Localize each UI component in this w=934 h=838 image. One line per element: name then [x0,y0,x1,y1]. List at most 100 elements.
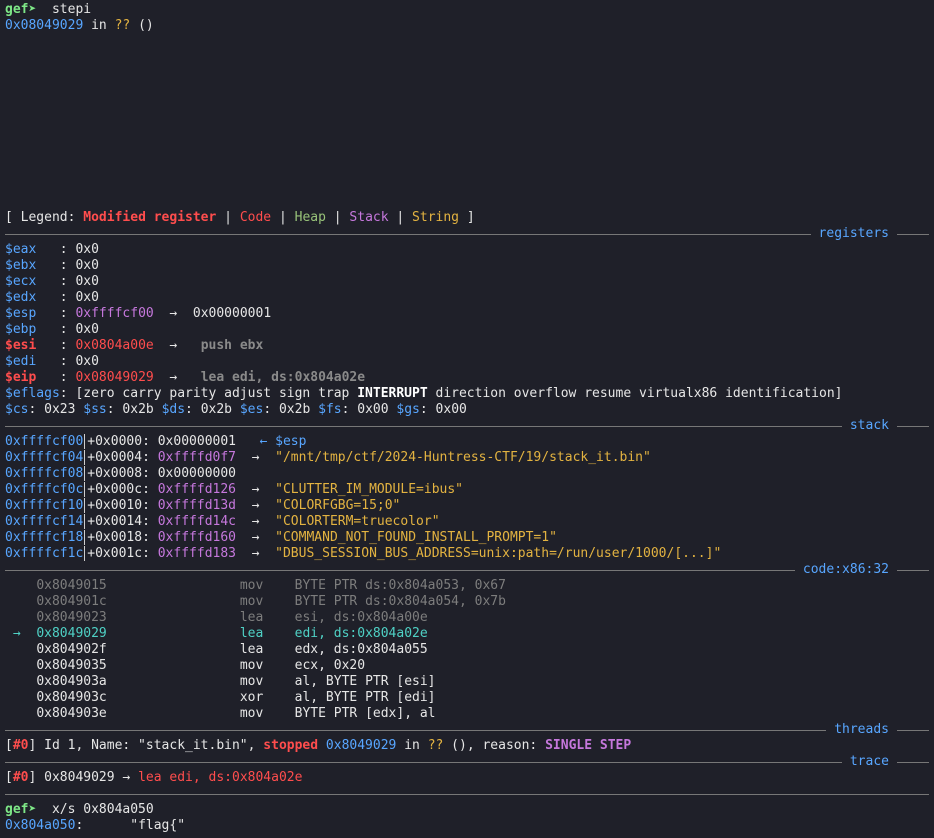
thread-in: in [396,738,428,753]
code-marker [5,594,36,609]
code-opcode: mov [239,658,264,673]
stack-address: 0xffffcf14 [5,514,84,529]
code-row: 0x8049035 mov ecx, 0x20 [5,658,929,674]
gef-prompt: gef➤ [5,802,37,817]
eflags-post: direction overflow resume virtualx86 ide… [427,386,843,401]
register-name: $edx [5,290,37,305]
register-row: $esp : 0xffffcf00 → 0x00000001 [5,306,929,322]
code-operands: ecx, 0x20 [294,658,366,673]
arrow-icon: → [236,530,276,545]
code-panel: 0x8049015 mov BYTE PTR ds:0x804a053, 0x6… [5,578,929,722]
stack-address: 0xffffcf04 [5,450,84,465]
thread-close: ] [28,738,45,753]
code-operands: esi, ds:0x804a00e [294,610,428,625]
stack-offset: +0x0008: [87,466,158,481]
code-row: 0x804903a mov al, BYTE PTR [esi] [5,674,929,690]
stack-entry: +0x0004: 0xffffd0f7 → "/mnt/tmp/ctf/2024… [84,450,651,465]
code-marker [5,658,36,673]
section-title: stack [849,418,889,433]
stack-value: 0x00000000 [157,466,237,481]
command-line-xs: gef➤ x/s 0x804a050 [5,802,929,818]
stack-note: "/mnt/tmp/ctf/2024-Huntress-CTF/19/stack… [275,450,651,465]
location-function: ?? [114,18,131,33]
code-operands: BYTE PTR ds:0x804a054, 0x7b [294,594,506,609]
code-operands: al, BYTE PTR [edi] [294,690,436,705]
eflags-pre: : [zero carry parity adjust sign trap [59,386,358,401]
register-value: 0xffffcf00 [75,306,154,321]
thread-open: [ [5,738,13,753]
register-name: $eax [5,242,37,257]
stack-entry: +0x0014: 0xffffd14c → "COLORTERM=truecol… [84,514,440,529]
trace-instruction: lea edi, ds:0x804a02e [138,770,303,785]
register-row: $ebp : 0x0 [5,322,929,338]
stack-value: 0xffffd13d [157,498,237,513]
code-row: 0x804903c xor al, BYTE PTR [edi] [5,690,929,706]
code-address: 0x8049023 [36,610,107,625]
stack-offset: +0x0010: [87,498,158,513]
register-name: $eip [5,370,37,385]
arrow-icon: ← [236,434,276,449]
section-header-threads: threads [5,722,929,738]
code-address: 0x804903a [36,674,107,689]
code-address: 0x8049035 [36,658,107,673]
register-sep: : [36,290,76,305]
arrow-icon: → [153,370,193,385]
register-sep: : [36,306,76,321]
register-sep: : [36,242,76,257]
register-name: $ebp [5,322,37,337]
code-opcode: xor [239,690,264,705]
legend-sep: | [216,210,240,225]
blank-area [5,34,929,210]
register-name: $esp [5,306,37,321]
eflags-line: $eflags: [zero carry parity adjust sign … [5,386,929,402]
trace-address: 0x8049029 [44,770,115,785]
code-row: 0x804902f lea edx, ds:0x804a055 [5,642,929,658]
result-colon: : [75,818,84,833]
register-value: 0x0 [75,258,99,273]
register-row: $eax : 0x0 [5,242,929,258]
legend-sep: | [271,210,295,225]
code-row: 0x804903e mov BYTE PTR [edx], al [5,706,929,722]
code-address: 0x804902f [36,642,107,657]
stack-note: "DBUS_SESSION_BUS_ADDRESS=unix:path=/run… [275,546,722,561]
segment-value: : 0x2b [263,402,319,417]
stack-address: 0xffffcf10 [5,498,84,513]
stack-offset: +0x0000: [87,434,158,449]
segment-name: $fs [318,402,342,417]
register-name: $ebx [5,258,37,273]
stack-value: 0xffffd126 [157,482,237,497]
segment-value: : 0x23 [28,402,84,417]
trace-open: [ [5,770,13,785]
code-row: 0x804901c mov BYTE PTR ds:0x804a054, 0x7… [5,594,929,610]
registers-panel: $eax : 0x0 $ebx : 0x0 $ecx : 0x0 $edx : 0x0… [5,242,929,386]
register-name: $ecx [5,274,37,289]
eflags-interrupt: INTERRUPT [357,386,428,401]
section-title: code:x86:32 [802,562,889,577]
code-operands: edi, ds:0x804a02e [294,626,428,641]
segment-name: $ss [83,402,107,417]
register-target: 0x00000001 [192,306,272,321]
arrow-icon: → [236,450,276,465]
segment-name: $es [239,402,264,417]
stack-entry: +0x000c: 0xffffd126 → "CLUTTER_IM_MODULE… [84,482,463,497]
terminal[interactable]: gef➤ stepi 0x08049029 in ?? () [ Legend:… [0,0,929,834]
trace-close: ] [28,770,45,785]
result-address: 0x804a050 [5,818,76,833]
stack-note: "COLORFGBG=15;0" [275,498,401,513]
legend: [ Legend: Modified register | Code | Hea… [5,210,929,226]
trace-arrow: → [114,770,139,785]
stack-value: 0xffffd0f7 [157,450,237,465]
stack-note: "CLUTTER_IM_MODULE=ibus" [275,482,463,497]
register-sep: : [36,274,76,289]
stack-address: 0xffffcf00 [5,434,84,449]
code-row: 0x8049015 mov BYTE PTR ds:0x804a053, 0x6… [5,578,929,594]
section-header-stack: stack [5,418,929,434]
register-row: $edi : 0x0 [5,354,929,370]
segment-value: : 0x00 [341,402,397,417]
register-value: 0x0 [75,242,99,257]
code-operands: al, BYTE PTR [esi] [294,674,436,689]
closing-rule [5,786,929,802]
section-title: registers [818,226,889,241]
section-header-trace: trace [5,754,929,770]
stack-address: 0xffffcf1c [5,546,84,561]
